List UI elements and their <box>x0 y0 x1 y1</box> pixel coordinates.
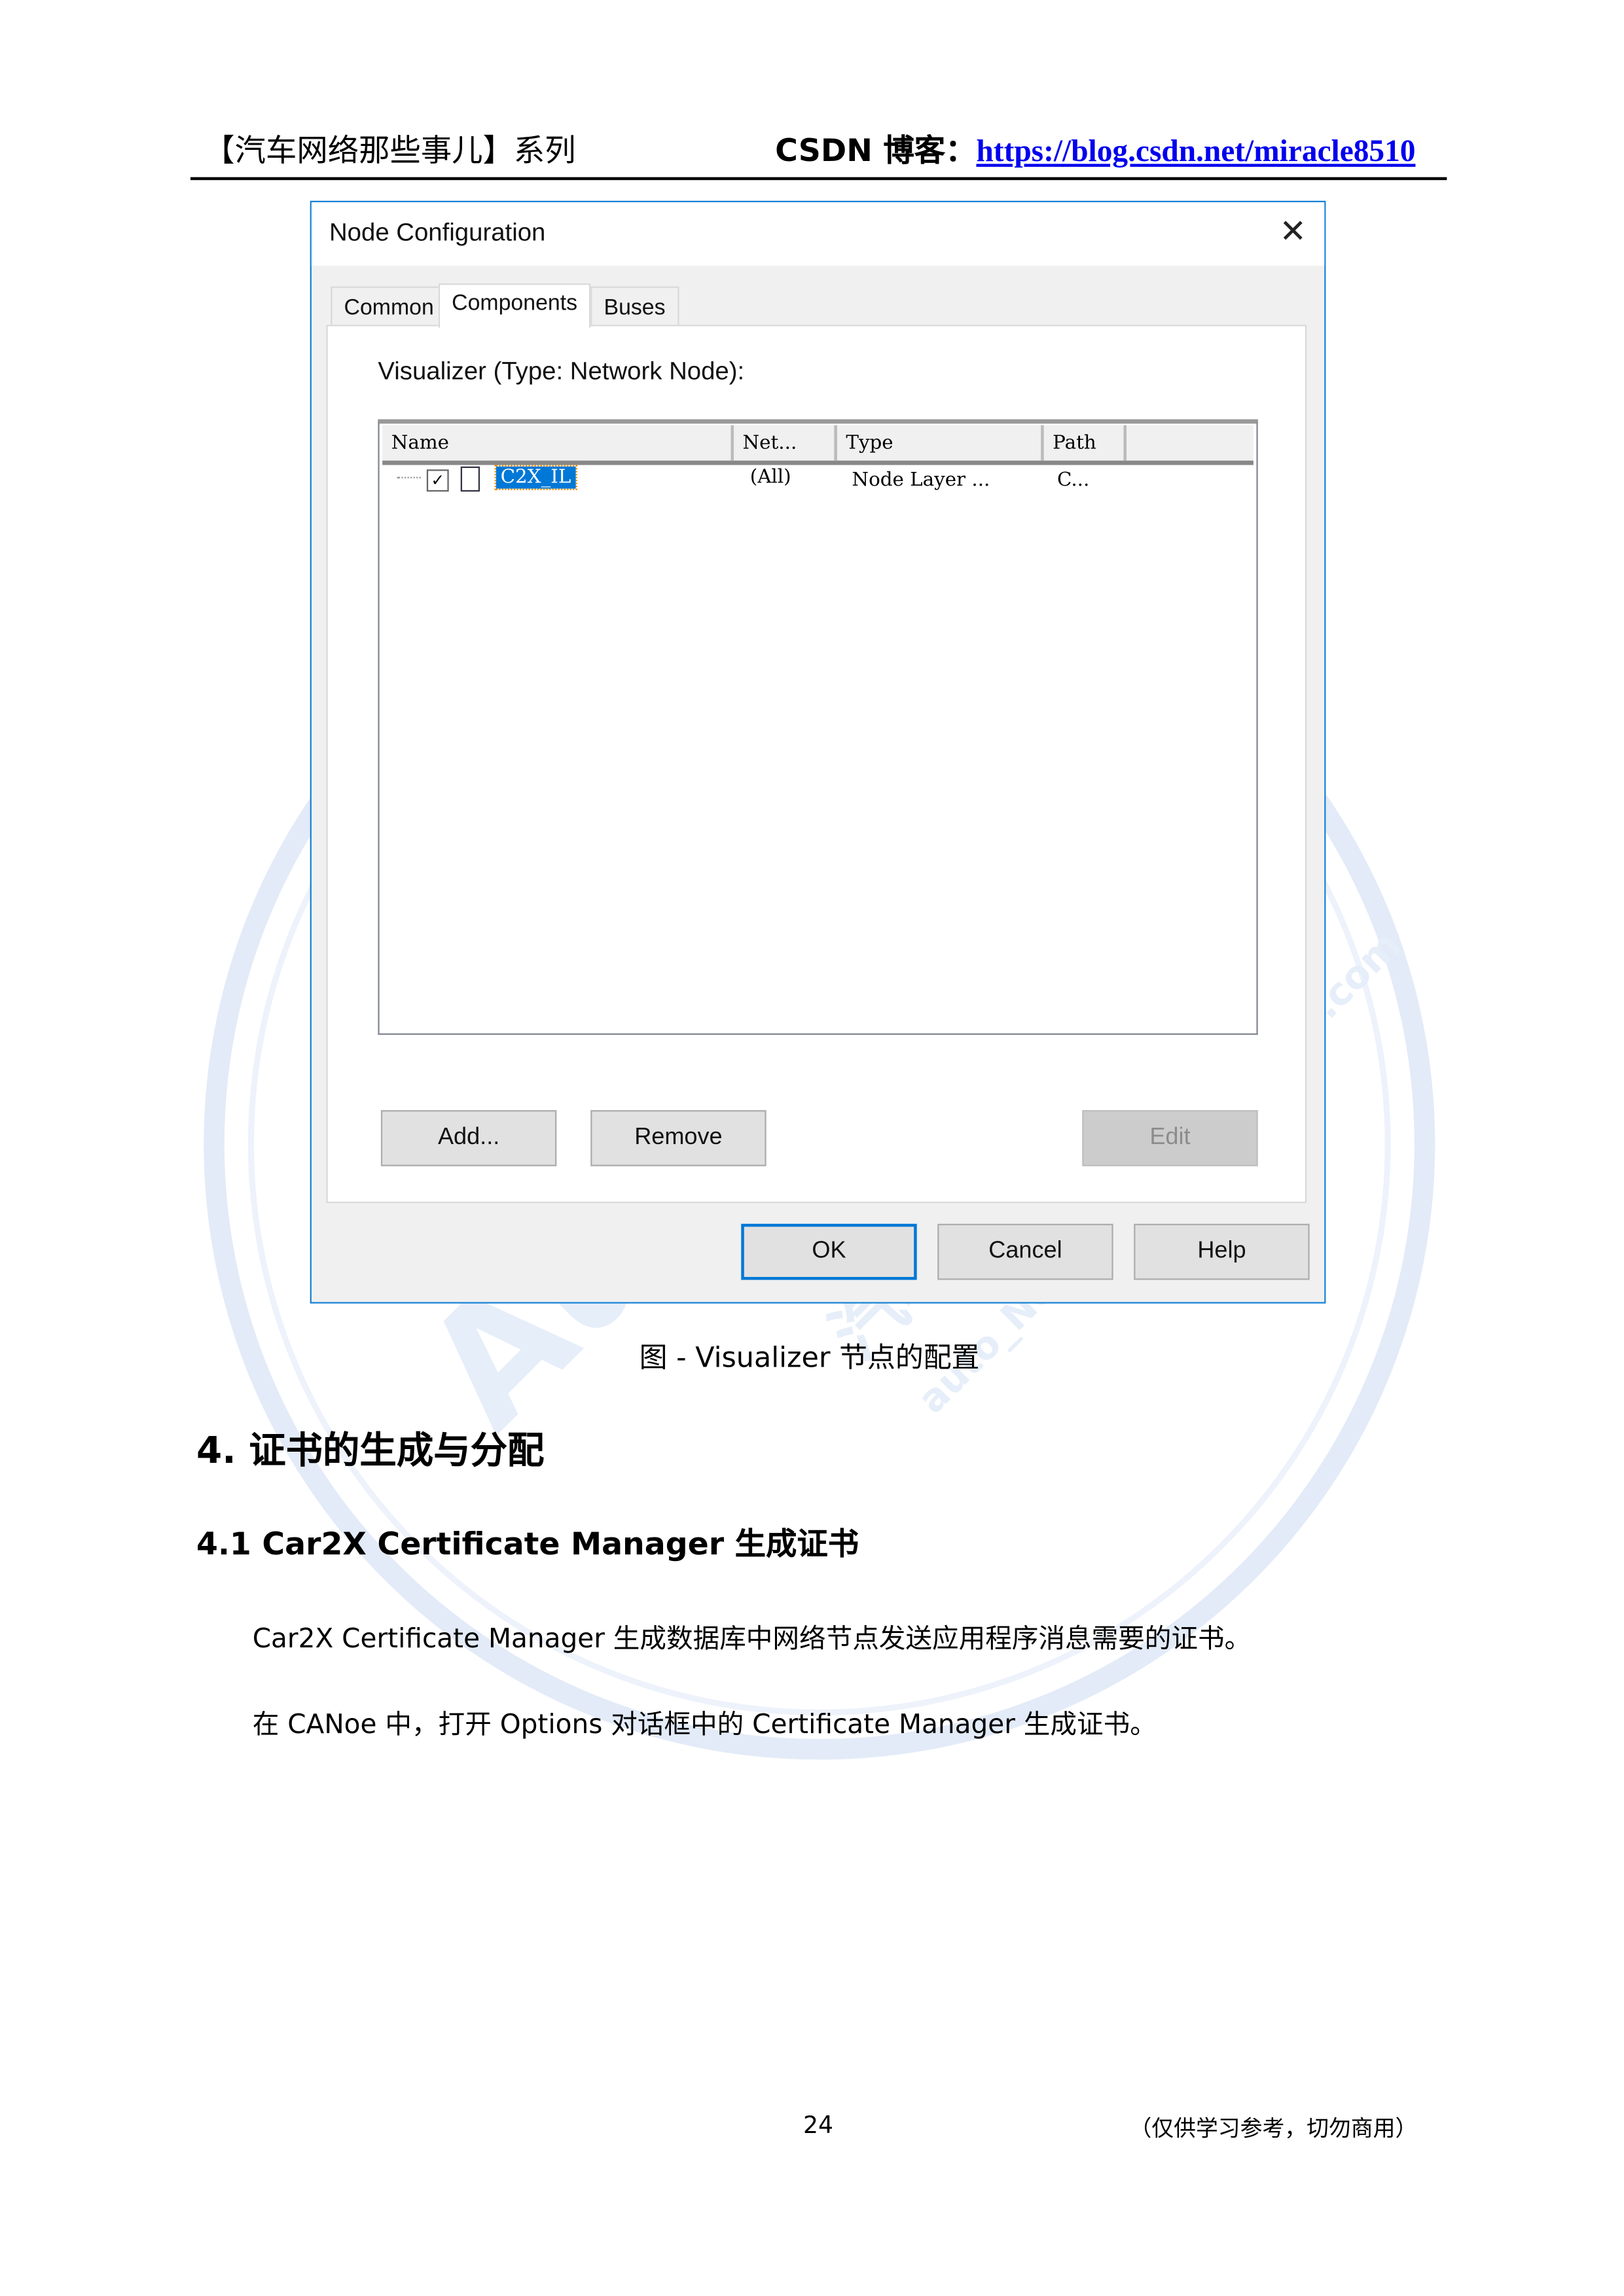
list-header: Name Net... Type Path <box>382 425 1254 465</box>
tab-components[interactable]: Components <box>438 283 591 328</box>
header-divider <box>190 177 1447 181</box>
section-label: Visualizer (Type: Network Node): <box>378 357 745 386</box>
components-list[interactable]: Name Net... Type Path ✓ C2X_IL (All) Nod… <box>378 419 1258 1035</box>
node-configuration-dialog: Node Configuration ✕ Common Components B… <box>310 200 1326 1304</box>
page-number: 24 <box>803 2111 833 2140</box>
column-name[interactable]: Name <box>382 425 734 461</box>
remove-button[interactable]: Remove <box>590 1110 767 1166</box>
add-button[interactable]: Add... <box>380 1110 557 1166</box>
column-path[interactable]: Path <box>1044 425 1127 461</box>
ok-button[interactable]: OK <box>741 1223 917 1280</box>
footer-notice: （仅供学习参考，切勿商用） <box>1129 2115 1418 2142</box>
paragraph: 在 CANoe 中，打开 Options 对话框中的 Certificate M… <box>252 1709 1157 1741</box>
subsection-heading: 4.1 Car2X Certificate Manager 生成证书 <box>196 1526 859 1562</box>
paragraph: Car2X Certificate Manager 生成数据库中网络节点发送应用… <box>252 1624 1252 1655</box>
document-icon <box>460 466 480 492</box>
figure-caption: 图 - Visualizer 节点的配置 <box>639 1342 980 1374</box>
close-icon[interactable]: ✕ <box>1280 213 1307 251</box>
component-name[interactable]: C2X_IL <box>494 465 577 490</box>
dialog-title: Node Configuration <box>329 218 546 247</box>
cancel-button[interactable]: Cancel <box>937 1223 1113 1280</box>
column-type[interactable]: Type <box>837 425 1044 461</box>
component-net: (All) <box>749 466 791 489</box>
blog-label: CSDN 博客： <box>775 132 977 169</box>
section-heading: 4. 证书的生成与分配 <box>196 1429 545 1472</box>
blog-info: CSDN 博客：https://blog.csdn.net/miracle851… <box>775 127 1415 171</box>
tab-common[interactable]: Common <box>331 286 448 327</box>
title-bar: Node Configuration ✕ <box>311 202 1325 266</box>
tab-buses[interactable]: Buses <box>590 286 679 327</box>
component-type: Node Layer ... <box>852 469 990 492</box>
components-panel: Visualizer (Type: Network Node): Name Ne… <box>326 325 1307 1204</box>
column-net[interactable]: Net... <box>734 425 837 461</box>
checkbox-checked-icon[interactable]: ✓ <box>426 469 449 492</box>
blog-link[interactable]: https://blog.csdn.net/miracle8510 <box>976 133 1415 168</box>
edit-button[interactable]: Edit <box>1082 1110 1258 1166</box>
tree-line <box>397 476 421 478</box>
series-title: 【汽车网络那些事儿】系列 <box>204 132 576 169</box>
help-button[interactable]: Help <box>1134 1223 1310 1280</box>
component-path: C... <box>1056 469 1090 492</box>
